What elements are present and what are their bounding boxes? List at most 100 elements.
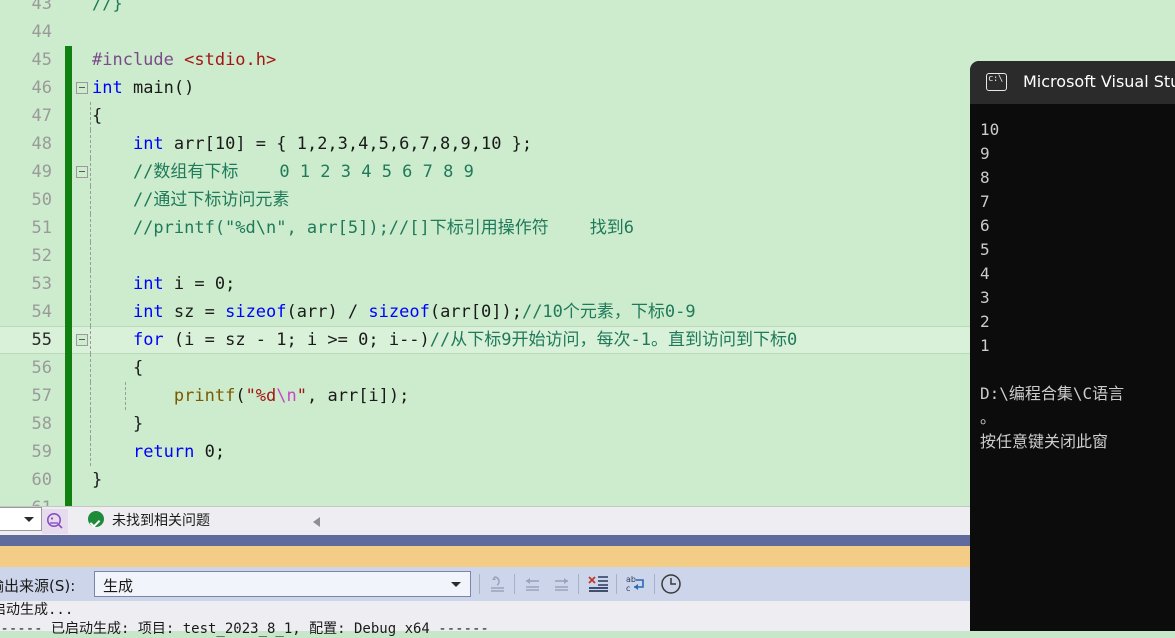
error-scope-dropdown[interactable]	[0, 507, 42, 531]
console-line: 9	[980, 144, 990, 163]
line-number: 59	[31, 442, 52, 462]
toggle-word-wrap-button[interactable]: ab c	[624, 573, 648, 595]
toolbar-separator	[654, 574, 655, 594]
code-token: (arr) /	[286, 302, 369, 322]
code-token: }	[92, 414, 144, 434]
code-text: int main()	[92, 74, 194, 102]
navigate-forward-button[interactable]	[550, 573, 574, 595]
arrow-left-icon	[526, 578, 539, 591]
indent-guide	[90, 410, 91, 438]
collapse-region-icon[interactable]	[76, 334, 88, 346]
intellicode-icon[interactable]	[42, 509, 68, 534]
check-circle-icon	[88, 511, 104, 527]
change-bar	[65, 494, 72, 506]
line-number: 60	[31, 470, 52, 490]
code-token: {	[92, 358, 144, 378]
indent-guide	[90, 354, 91, 382]
indent-guide	[90, 242, 91, 270]
clear-all-button[interactable]	[586, 573, 610, 595]
code-token: //}	[92, 0, 123, 14]
status-message: 未找到相关问题	[112, 513, 210, 529]
show-timestamps-button[interactable]	[660, 573, 684, 595]
change-bar	[65, 130, 72, 158]
code-text: //}	[92, 0, 123, 18]
code-text: int sz = sizeof(arr) / sizeof(arr[0]);//…	[92, 298, 696, 326]
code-text: for (i = sz - 1; i >= 0; i--)//从下标9开始访问，…	[92, 326, 797, 354]
console-line: 2	[980, 312, 990, 331]
console-window[interactable]: c:\ Microsoft Visual Stud 10 9 8 7 6 5 4 3 2 1 D:\…	[970, 61, 1175, 631]
code-token: int	[132, 274, 164, 294]
collapse-region-icon[interactable]	[76, 166, 88, 178]
arrow-right-icon	[555, 578, 568, 591]
console-title-bar[interactable]: c:\ Microsoft Visual Stud	[970, 61, 1175, 104]
indent-guide	[90, 130, 91, 158]
svg-text:ab: ab	[626, 575, 636, 584]
change-bar	[65, 270, 72, 298]
indent-guide	[90, 214, 91, 242]
console-line: 3	[980, 288, 990, 307]
brain-glyph	[47, 513, 63, 529]
console-output[interactable]: 10 9 8 7 6 5 4 3 2 1 D:\编程合集\C语言。按任意键关闭此窗	[970, 104, 1175, 631]
code-text: //数组有下标 0 1 2 3 4 5 6 7 8 9	[92, 158, 474, 186]
change-bar	[65, 214, 72, 242]
change-bar	[65, 354, 72, 382]
code-token: for	[132, 330, 164, 350]
indent-guide	[90, 382, 91, 410]
change-bar	[65, 382, 72, 410]
output-source-dropdown[interactable]: 生成	[94, 571, 471, 597]
code-token: main()	[122, 78, 195, 98]
code-line[interactable]: 44	[0, 18, 1175, 46]
console-line: 6	[980, 216, 990, 235]
console-line: 按任意键关闭此窗	[980, 432, 1109, 451]
code-token: (i = sz - 1; i >= 0; i--)	[163, 330, 430, 350]
toolbar-separator	[616, 574, 617, 594]
change-bar	[65, 158, 72, 186]
clear-list-icon	[588, 576, 608, 592]
output-line: 启动生成...	[0, 602, 74, 618]
toolbar-separator	[479, 574, 480, 594]
jump-to-source-button[interactable]	[486, 573, 510, 595]
code-token: sz =	[163, 302, 226, 322]
line-number: 51	[31, 218, 52, 238]
code-text: int arr[10] = { 1,2,3,4,5,6,7,8,9,10 };	[92, 130, 532, 158]
code-token: int	[92, 78, 123, 98]
console-line: 4	[980, 264, 990, 283]
change-bar	[65, 466, 72, 494]
code-token: int	[132, 134, 164, 154]
line-number: 43	[31, 0, 52, 14]
navigate-back-button[interactable]	[521, 573, 545, 595]
code-text: //通过下标访问元素	[92, 186, 289, 214]
line-number: 49	[31, 162, 52, 182]
code-token: }	[92, 470, 103, 490]
code-text: {	[92, 102, 102, 130]
indent-guide	[90, 438, 91, 466]
console-window-title: Microsoft Visual Stud	[1023, 72, 1175, 91]
code-text: #include <stdio.h>	[92, 46, 276, 74]
jump-icon	[491, 576, 504, 592]
code-token: printf	[173, 386, 236, 406]
change-bar	[65, 186, 72, 214]
code-token: , arr[i]);	[307, 386, 410, 406]
code-text: //printf("%d\n", arr[5]);//[]下标引用操作符 找到6	[92, 214, 634, 242]
code-token: //数组有下标 0 1 2 3 4 5 6 7 8 9	[92, 162, 474, 182]
indent-guide	[90, 158, 91, 186]
change-bar	[65, 102, 72, 130]
chevron-left-icon[interactable]	[313, 517, 320, 527]
code-line[interactable]: 43 //}	[0, 0, 1175, 18]
chevron-down-icon	[24, 517, 34, 522]
code-token: sizeof	[368, 302, 430, 322]
code-token: (	[235, 386, 246, 406]
console-line: 7	[980, 192, 990, 211]
console-line: 10	[980, 120, 1000, 139]
collapse-region-icon[interactable]	[76, 82, 88, 94]
code-token: arr[10] = { 1,2,3,4,5,6,7,8,9,10 };	[163, 134, 533, 154]
code-token: (arr[0]);	[429, 302, 522, 322]
code-token: "%d	[245, 386, 277, 406]
code-text: }	[92, 410, 143, 438]
